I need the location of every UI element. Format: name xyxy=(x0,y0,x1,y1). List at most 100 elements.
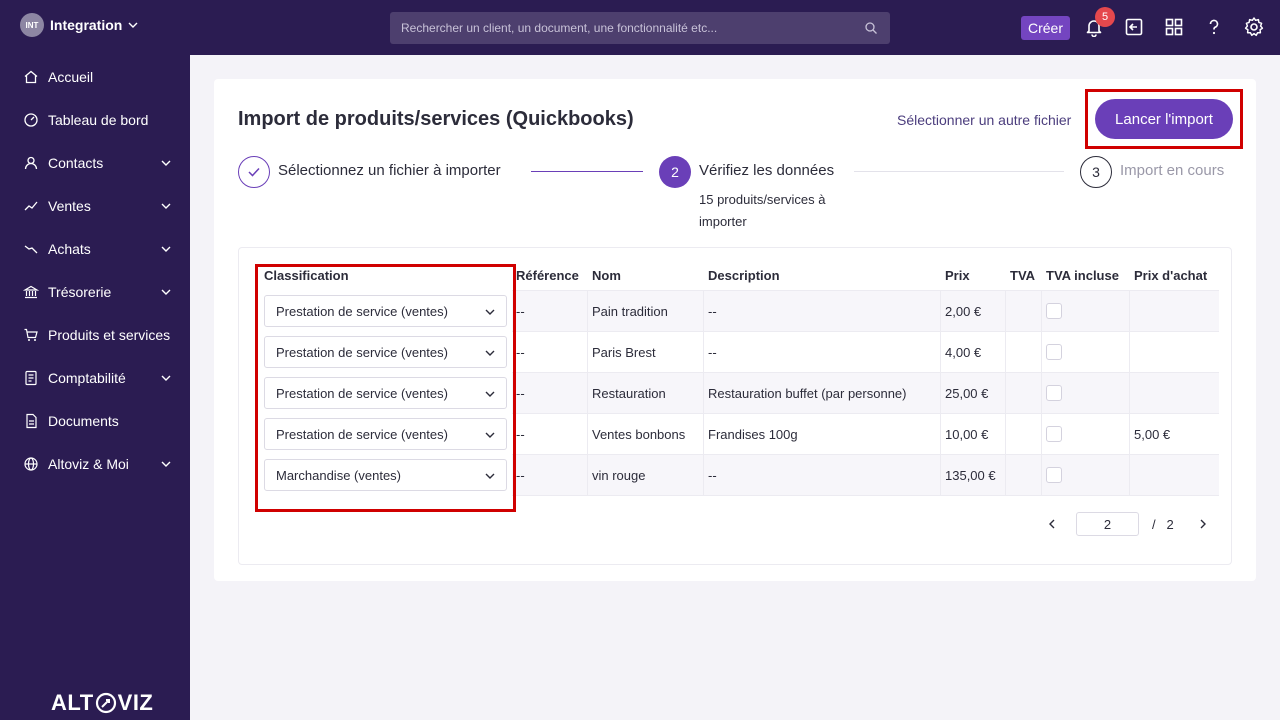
ledger-icon xyxy=(25,370,37,386)
bank-icon xyxy=(23,285,39,299)
organization-avatar: INT xyxy=(20,13,44,37)
sidebar-item-tresorerie[interactable]: Trésorerie xyxy=(0,272,190,312)
home-icon xyxy=(24,70,38,84)
sidebar-item-ventes[interactable]: Ventes xyxy=(0,186,190,226)
sidebar-item-accueil[interactable]: Accueil xyxy=(0,57,190,97)
brand-text-left: ALT xyxy=(51,690,94,715)
page-total: / 2 xyxy=(1152,517,1174,532)
sidebar-item-documents[interactable]: Documents xyxy=(0,401,190,441)
gear-icon[interactable] xyxy=(1243,16,1265,38)
column-header-reference: Référence xyxy=(516,268,579,283)
altoviz-logo: ALT VIZ xyxy=(51,690,153,716)
step-3-label: Import en cours xyxy=(1120,162,1225,179)
tva-incluse-checkbox[interactable] xyxy=(1046,385,1062,401)
tva-incluse-checkbox[interactable] xyxy=(1046,344,1062,360)
cell-nom: Paris Brest xyxy=(592,345,656,360)
column-divider xyxy=(703,291,704,495)
cart-icon xyxy=(24,328,38,341)
chevron-right-icon[interactable] xyxy=(1196,517,1210,531)
chevron-down-icon xyxy=(161,461,171,467)
launch-import-button[interactable]: Lancer l'import xyxy=(1095,99,1233,139)
sidebar-item-label: Ventes xyxy=(48,198,91,214)
search-input[interactable] xyxy=(401,21,864,35)
step-1-circle xyxy=(238,156,270,188)
classification-column-highlight xyxy=(255,264,516,512)
cell-prix: 2,00 € xyxy=(945,304,982,319)
cell-reference: -- xyxy=(516,427,525,442)
grid-icon[interactable] xyxy=(1163,16,1185,38)
page-separator: / xyxy=(1152,517,1156,532)
user-icon xyxy=(24,156,38,170)
tva-incluse-checkbox[interactable] xyxy=(1046,426,1062,442)
step-3-circle: 3 xyxy=(1080,156,1112,188)
cell-description: -- xyxy=(708,468,717,483)
search-bar xyxy=(390,12,890,44)
table-divider xyxy=(512,413,1219,414)
column-divider xyxy=(940,291,941,495)
create-button[interactable]: Créer xyxy=(1021,16,1070,40)
cell-description: Frandises 100g xyxy=(708,427,798,442)
tva-incluse-checkbox[interactable] xyxy=(1046,467,1062,483)
cell-prix: 10,00 € xyxy=(945,427,989,442)
top-bar: INT Integration Créer 5 xyxy=(0,0,1280,55)
sign-out-icon[interactable] xyxy=(1123,16,1145,38)
cell-nom: Restauration xyxy=(592,386,666,401)
column-header-nom: Nom xyxy=(592,268,621,283)
step-2-subtitle: 15 produits/services à importer xyxy=(699,192,826,229)
cell-nom: Ventes bonbons xyxy=(592,427,686,442)
table-divider xyxy=(512,495,1219,496)
page-total-value: 2 xyxy=(1166,517,1174,532)
chevron-left-icon[interactable] xyxy=(1045,517,1059,531)
search-icon[interactable] xyxy=(864,21,878,35)
cell-reference: -- xyxy=(516,304,525,319)
sidebar-item-contacts[interactable]: Contacts xyxy=(0,143,190,183)
brand-text-right: VIZ xyxy=(117,690,154,715)
sidebar-item-label: Comptabilité xyxy=(48,370,126,386)
step-2-label: Vérifiez les données xyxy=(699,162,835,179)
cell-reference: -- xyxy=(516,386,525,401)
chevron-down-icon xyxy=(161,375,171,381)
table-divider xyxy=(512,331,1219,332)
sidebar-item-tableau-de-bord[interactable]: Tableau de bord xyxy=(0,100,190,140)
cell-reference: -- xyxy=(516,468,525,483)
step-connector xyxy=(854,171,1064,172)
sidebar-item-label: Accueil xyxy=(48,69,94,85)
organization-switcher[interactable]: INT Integration xyxy=(20,13,139,37)
organization-name: Integration xyxy=(50,17,123,33)
tva-incluse-checkbox[interactable] xyxy=(1046,303,1062,319)
step-2-circle: 2 xyxy=(659,156,691,188)
rocket-icon xyxy=(95,692,116,714)
sidebar-item-label: Documents xyxy=(48,413,119,429)
column-header-prix: Prix xyxy=(945,268,970,283)
dashboard-icon xyxy=(24,113,38,127)
document-icon xyxy=(26,413,37,429)
cell-reference: -- xyxy=(516,345,525,360)
chevron-down-icon xyxy=(161,246,171,252)
page-number-input[interactable] xyxy=(1076,512,1139,536)
select-other-file-link[interactable]: Sélectionner un autre fichier xyxy=(897,112,1071,128)
check-icon xyxy=(248,167,260,177)
cell-prix: 135,00 € xyxy=(945,468,996,483)
column-divider xyxy=(1129,291,1130,495)
sidebar-item-produits-et-services[interactable]: Produits et services xyxy=(0,315,190,355)
table-divider xyxy=(512,372,1219,373)
trend-up-icon xyxy=(24,201,38,211)
column-divider xyxy=(587,291,588,495)
sidebar-item-achats[interactable]: Achats xyxy=(0,229,190,269)
cell-prix-achat: 5,00 € xyxy=(1134,427,1171,442)
sidebar-item-label: Trésorerie xyxy=(48,284,112,300)
sidebar-item-comptabilite[interactable]: Comptabilité xyxy=(0,358,190,398)
sidebar-item-label: Tableau de bord xyxy=(48,112,149,128)
cell-prix: 4,00 € xyxy=(945,345,982,360)
help-icon[interactable] xyxy=(1203,16,1225,38)
table-divider xyxy=(512,454,1219,455)
cell-nom: Pain tradition xyxy=(592,304,668,319)
sidebar-item-altoviz-et-moi[interactable]: Altoviz & Moi xyxy=(0,444,190,484)
chevron-down-icon xyxy=(161,203,171,209)
column-header-tva-incluse: TVA incluse xyxy=(1046,268,1119,283)
sidebar-item-label: Altoviz & Moi xyxy=(48,456,129,472)
globe-icon xyxy=(24,457,38,471)
notification-badge: 5 xyxy=(1095,7,1115,27)
chevron-down-icon xyxy=(161,289,171,295)
cell-nom: vin rouge xyxy=(592,468,646,483)
